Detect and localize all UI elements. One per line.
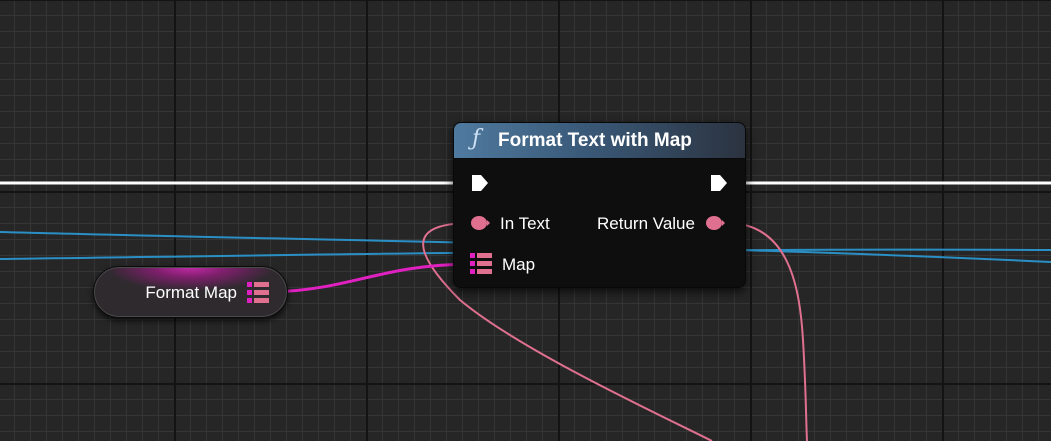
node-header[interactable]: ƒ Format Text with Map — [454, 123, 745, 159]
function-icon: ƒ — [472, 126, 481, 151]
exec-in-pin-icon[interactable] — [470, 173, 490, 193]
in-text-pin-icon[interactable] — [470, 213, 490, 233]
node-title: Format Text with Map — [498, 130, 692, 151]
return-value-pin-icon[interactable] — [705, 213, 725, 233]
exec-out-pin-icon[interactable] — [709, 173, 729, 193]
map-icon[interactable] — [247, 282, 269, 304]
return-value-pin-label: Return Value — [597, 214, 695, 233]
blueprint-graph-canvas[interactable]: Format Map ƒ Format Text with Map In Tex… — [0, 0, 1051, 441]
format-map-label: Format Map — [145, 283, 237, 302]
format-map-variable-node[interactable]: Format Map — [93, 266, 288, 318]
in-text-pin-label: In Text — [500, 214, 550, 233]
format-text-with-map-node[interactable]: ƒ Format Text with Map In Text Return Va… — [453, 122, 746, 288]
map-pin-label: Map — [502, 255, 536, 274]
map-pin-icon[interactable] — [470, 253, 492, 275]
